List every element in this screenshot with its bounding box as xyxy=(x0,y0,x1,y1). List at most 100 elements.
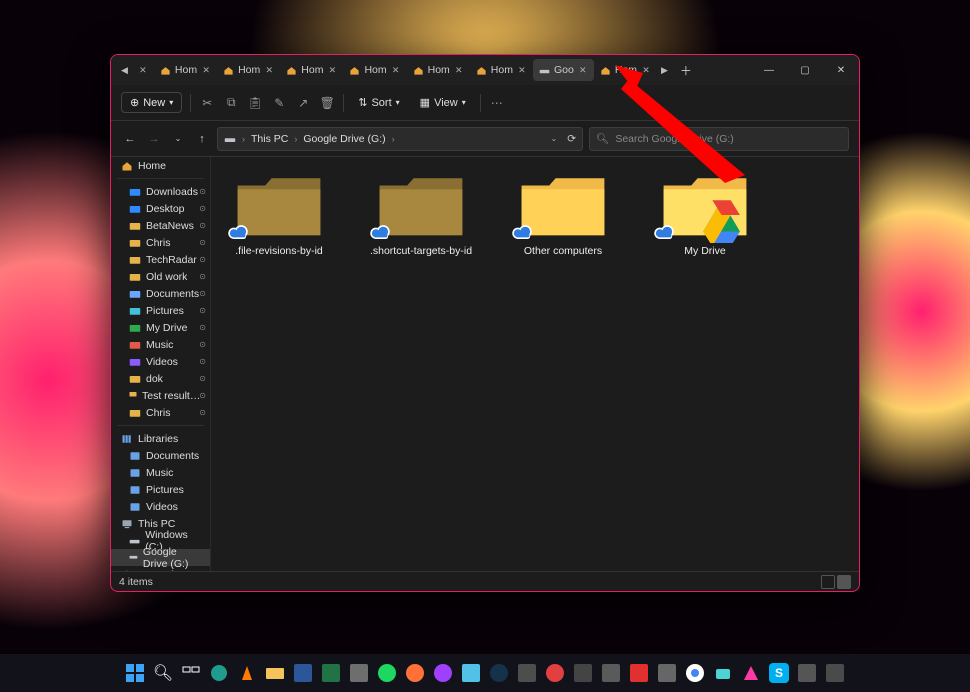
up-button[interactable]: ↑ xyxy=(193,130,211,148)
new-button[interactable]: ⊕ New ▾ xyxy=(121,92,182,113)
app4-icon[interactable] xyxy=(571,661,595,685)
breadcrumb-root[interactable]: This PC xyxy=(251,133,288,145)
excel-icon[interactable] xyxy=(319,661,343,685)
tab-scroll-right[interactable]: ▶ xyxy=(657,65,672,76)
folder-item[interactable]: .shortcut-targets-by-id xyxy=(365,169,477,257)
sidebar-quick-item[interactable]: My Drive⊙ xyxy=(111,319,210,336)
tab-home-3[interactable]: Hom ✕ xyxy=(280,59,343,81)
start-button[interactable] xyxy=(123,661,147,685)
tab-home-7[interactable]: Hom ✕ xyxy=(594,59,657,81)
sidebar-quick-item[interactable]: Pictures⊙ xyxy=(111,302,210,319)
close-icon[interactable]: ✕ xyxy=(454,65,464,75)
notepad-icon[interactable] xyxy=(459,661,483,685)
forward-button[interactable]: → xyxy=(145,130,163,148)
sidebar-library-item[interactable]: Videos xyxy=(111,498,210,515)
close-icon[interactable]: ✕ xyxy=(578,65,588,75)
sort-button[interactable]: ⇅ Sort ▾ xyxy=(352,94,405,111)
copy-icon[interactable]: ⧉ xyxy=(223,95,239,111)
close-icon[interactable]: ✕ xyxy=(264,65,274,75)
tab-scroll-left[interactable]: ◀ xyxy=(117,65,132,76)
folder-item[interactable]: Other computers xyxy=(507,169,619,257)
vlc-icon[interactable] xyxy=(235,661,259,685)
sidebar-library-item[interactable]: Pictures xyxy=(111,481,210,498)
sidebar-quick-item[interactable]: Documents⊙ xyxy=(111,285,210,302)
tab-home-6[interactable]: Hom ✕ xyxy=(470,59,533,81)
app6-icon[interactable] xyxy=(655,661,679,685)
edge-icon[interactable] xyxy=(207,661,231,685)
refresh-icon[interactable]: ⟳ xyxy=(567,133,576,145)
sidebar-quick-item[interactable]: Videos⊙ xyxy=(111,353,210,370)
details-view-toggle[interactable] xyxy=(821,575,835,589)
cut-icon[interactable]: ✂ xyxy=(199,95,215,111)
network-icon xyxy=(121,569,133,572)
app3-icon[interactable] xyxy=(543,661,567,685)
tab-home-1[interactable]: Hom ✕ xyxy=(154,59,217,81)
folder-item[interactable]: .file-revisions-by-id xyxy=(223,169,335,257)
close-icon[interactable]: ✕ xyxy=(201,65,211,75)
tab-home-2[interactable]: Hom ✕ xyxy=(217,59,280,81)
app-icon[interactable] xyxy=(347,661,371,685)
close-window-button[interactable]: ✕ xyxy=(823,55,859,85)
folder-item[interactable]: My Drive xyxy=(649,169,761,257)
sidebar-quick-item[interactable]: dok⊙ xyxy=(111,370,210,387)
tab-home-5[interactable]: Hom ✕ xyxy=(407,59,470,81)
rename-icon[interactable]: ✎ xyxy=(271,95,287,111)
delete-icon[interactable]: 🗑︎ xyxy=(319,95,335,111)
tab-google-drive[interactable]: Goo ✕ xyxy=(533,59,594,81)
paste-icon[interactable]: 📋︎ xyxy=(247,95,263,111)
sidebar-quick-item[interactable]: BetaNews⊙ xyxy=(111,217,210,234)
sidebar-library-item[interactable]: Music xyxy=(111,464,210,481)
sidebar-home[interactable]: Home xyxy=(111,157,210,174)
sidebar-quick-item[interactable]: Desktop⊙ xyxy=(111,200,210,217)
search-taskbar-icon[interactable]: 🔍︎ xyxy=(151,661,175,685)
app7-icon[interactable] xyxy=(823,661,847,685)
minimize-button[interactable]: — xyxy=(751,55,787,85)
app2-icon[interactable] xyxy=(515,661,539,685)
sidebar-libraries[interactable]: Libraries xyxy=(111,430,210,447)
new-tab-button[interactable]: ＋ xyxy=(672,62,700,79)
more-icon[interactable]: ⋯ xyxy=(489,95,505,111)
search-input[interactable]: 🔍︎ Search Google Drive (G:) xyxy=(589,127,849,151)
affinity-icon[interactable] xyxy=(739,661,763,685)
address-bar[interactable]: › This PC › Google Drive (G:) › ⌄ ⟳ xyxy=(217,127,583,151)
firefox-icon[interactable] xyxy=(403,661,427,685)
chevron-down-icon[interactable]: ⌄ xyxy=(550,134,557,143)
explorer-taskbar-icon[interactable] xyxy=(263,661,287,685)
sidebar-quick-item[interactable]: Chris⊙ xyxy=(111,404,210,421)
camera-icon[interactable] xyxy=(711,661,735,685)
sidebar-quick-item[interactable]: Downloads⊙ xyxy=(111,183,210,200)
recent-chevron-icon[interactable]: ⌄ xyxy=(169,130,187,148)
share-icon[interactable]: ↗ xyxy=(295,95,311,111)
tab-home-4[interactable]: Hom ✕ xyxy=(343,59,406,81)
close-icon[interactable]: ✕ xyxy=(391,65,401,75)
sidebar-quick-item[interactable]: Test results July 2022⊙ xyxy=(111,387,210,404)
sidebar-drive-item[interactable]: Google Drive (G:) xyxy=(111,549,210,566)
app5-icon[interactable] xyxy=(599,661,623,685)
close-icon[interactable]: ✕ xyxy=(641,65,651,75)
close-icon[interactable]: ✕ xyxy=(327,65,337,75)
sidebar-quick-item[interactable]: Music⊙ xyxy=(111,336,210,353)
spotify-icon[interactable] xyxy=(375,661,399,685)
sidebar-quick-item[interactable]: Chris⊙ xyxy=(111,234,210,251)
task-view-icon[interactable] xyxy=(179,661,203,685)
snip-icon[interactable] xyxy=(795,661,819,685)
skype-icon[interactable]: S xyxy=(767,661,791,685)
pin-icon: ⊙ xyxy=(199,323,206,332)
sidebar-library-item[interactable]: Documents xyxy=(111,447,210,464)
breadcrumb-current[interactable]: Google Drive (G:) xyxy=(303,133,385,145)
sidebar-quick-item[interactable]: TechRadar⊙ xyxy=(111,251,210,268)
chrome-icon[interactable] xyxy=(683,661,707,685)
ccleaner-icon[interactable] xyxy=(627,661,651,685)
view-button[interactable]: ▦ View ▾ xyxy=(414,94,472,111)
maximize-button[interactable]: ▢ xyxy=(787,55,823,85)
steam-icon[interactable] xyxy=(487,661,511,685)
sidebar-quick-item[interactable]: Old work⊙ xyxy=(111,268,210,285)
icons-view-toggle[interactable] xyxy=(837,575,851,589)
file-pane[interactable]: .file-revisions-by-id .shortcut-targets-b… xyxy=(211,157,859,571)
back-button[interactable]: ← xyxy=(121,130,139,148)
messenger-icon[interactable] xyxy=(431,661,455,685)
tab-close-leading[interactable]: ✕ xyxy=(132,59,154,81)
word-icon[interactable] xyxy=(291,661,315,685)
sidebar-network[interactable]: Network xyxy=(111,566,210,571)
close-icon[interactable]: ✕ xyxy=(517,65,527,75)
